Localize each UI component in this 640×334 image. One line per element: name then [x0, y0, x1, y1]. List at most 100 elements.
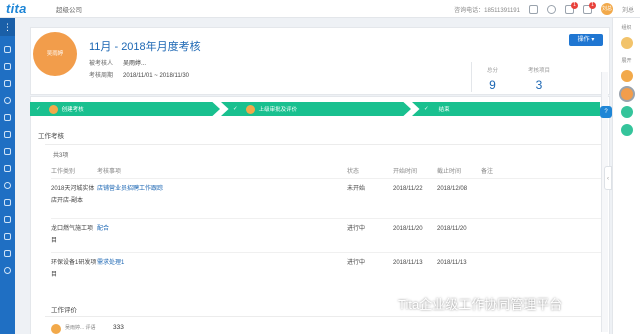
col-end: 截止时间	[437, 169, 462, 176]
table-row[interactable]: 环保设备1研发项目 需求处理1 进行中 2018/11/13 2018/11/1…	[51, 251, 605, 282]
evaluator-avatar	[51, 324, 61, 334]
period-value: 2018/11/01 ~ 2018/11/30	[123, 73, 190, 79]
cell-start: 2018/11/20	[393, 217, 437, 252]
rail-avatar[interactable]	[620, 124, 633, 136]
divider	[45, 316, 605, 317]
cell-item-link[interactable]: 配合	[97, 217, 347, 252]
page-title: 11月 - 2018年月度考核	[89, 41, 201, 53]
step-end[interactable]: ✓ 结束	[412, 102, 600, 116]
assessment-header-card: 吴雨婷 11月 - 2018年月度考核 被考核人 吴雨婷... 考核周期 2018/…	[30, 27, 610, 95]
notice-badge: 1	[588, 1, 596, 9]
cell-category: 龙口燃气施工项目	[51, 217, 97, 252]
user-icon[interactable]	[4, 182, 11, 189]
watermark: Tita企业级工作协同管理平台	[398, 297, 563, 312]
hotline-text: 咨询电话：18511391191	[454, 7, 520, 14]
trend-icon[interactable]	[4, 165, 11, 172]
assessee-avatar: 吴雨婷	[33, 32, 77, 76]
message-icon[interactable]: 1	[564, 1, 578, 14]
cell-end: 2018/12/08	[437, 177, 481, 218]
cell-note	[481, 251, 605, 282]
col-start: 开始时间	[393, 169, 418, 176]
top-bar: tita 超级公司 咨询电话：18511391191 1 1 刘总 刘总	[0, 0, 640, 18]
menu-icon[interactable]: ⋮	[0, 18, 15, 36]
top-right-tools: 咨询电话：18511391191 1 1 刘总 刘总	[454, 0, 634, 18]
rail-label-org[interactable]: 组织	[613, 24, 640, 31]
cell-category: 2018天河城实体店开店-副本	[51, 177, 97, 218]
operate-label: 操作	[577, 37, 590, 43]
user-avatar[interactable]: 刘总	[600, 3, 613, 15]
user-name[interactable]: 刘总	[622, 5, 634, 14]
cell-status: 进行中	[347, 217, 393, 252]
cell-start: 2018/11/13	[393, 251, 437, 282]
step-create[interactable]: ✓ 创建考核	[30, 102, 220, 116]
cell-item-link[interactable]: 需求处理1	[97, 251, 347, 282]
globe-icon[interactable]	[4, 97, 11, 104]
work-table: 工作类别 考核事项 状态 开始时间 截止时间 备注 2018天河城实体店开店-副…	[51, 164, 605, 282]
assessee-label: 被考核人	[89, 61, 114, 67]
items-value: 3	[535, 78, 543, 92]
col-category: 工作类别	[51, 169, 76, 176]
step-label: 结束	[438, 107, 450, 113]
rail-avatar[interactable]	[620, 106, 633, 118]
total-score-value: 9	[489, 78, 496, 92]
table-row[interactable]: 龙口燃气施工项目 配合 进行中 2018/11/20 2018/11/20	[51, 217, 605, 252]
cell-item-link[interactable]: 店铺营业员招聘工作跟踪	[97, 177, 347, 218]
assessee-meta: 被考核人 吴雨婷...	[89, 58, 146, 67]
rail-avatar[interactable]	[620, 37, 633, 49]
collapse-panel-tab[interactable]: ‹	[604, 166, 612, 190]
monitor-icon[interactable]	[4, 250, 11, 257]
edit-icon[interactable]	[4, 148, 11, 155]
step-approve[interactable]: ✓ 上级审批及评价	[221, 102, 411, 116]
search-icon[interactable]	[546, 4, 556, 14]
table-row[interactable]: 2018天河城实体店开店-副本 店铺营业员招聘工作跟踪 未开始 2018/11/…	[51, 177, 605, 218]
progress-steps: ✓ 创建考核 ✓ 上级审批及评价 ✓ 结束	[30, 102, 600, 116]
rail-avatar[interactable]	[620, 88, 633, 100]
doc-icon[interactable]	[4, 131, 11, 138]
period-meta: 考核周期 2018/11/01 ~ 2018/11/30	[89, 70, 189, 79]
mail-icon[interactable]	[4, 63, 11, 70]
step-avatar	[245, 104, 255, 114]
evaluator-name: 吴雨婷... 评语	[65, 325, 96, 331]
step-avatar	[48, 104, 58, 114]
apps-icon[interactable]	[4, 199, 11, 206]
cell-end: 2018/11/20	[437, 217, 481, 252]
divider	[45, 144, 605, 145]
chat-icon[interactable]	[4, 80, 11, 87]
item-count: 共3项	[53, 153, 69, 159]
col-item: 考核事项	[97, 169, 122, 176]
company-name[interactable]: 超级公司	[56, 4, 82, 14]
help-chat-icon[interactable]: ?	[600, 106, 612, 118]
step-label: 创建考核	[61, 107, 84, 113]
folder-icon[interactable]	[4, 216, 11, 223]
cell-status: 进行中	[347, 251, 393, 282]
grid-icon[interactable]	[4, 114, 11, 121]
assessment-items: 考核项目 3	[528, 66, 550, 92]
work-section-title: 工作考核	[38, 133, 64, 140]
step-label: 上级审批及评价	[258, 107, 298, 113]
cell-note	[481, 177, 605, 218]
main-content: 吴雨婷 11月 - 2018年月度考核 被考核人 吴雨婷... 考核周期 2018/…	[15, 18, 612, 334]
calendar-icon[interactable]	[528, 4, 538, 14]
cell-note	[481, 217, 605, 252]
rail-label-expand[interactable]: 展开	[613, 57, 640, 64]
home-icon[interactable]	[4, 46, 11, 53]
notice-icon[interactable]: 1	[582, 1, 596, 14]
evaluation-title: 工作评价	[51, 307, 77, 314]
report-icon[interactable]	[4, 233, 11, 240]
rail-avatar[interactable]	[620, 70, 633, 82]
divider	[471, 62, 472, 92]
message-badge: 1	[570, 1, 578, 9]
total-score-label: 总分	[487, 68, 499, 74]
period-label: 考核周期	[89, 73, 114, 79]
total-score: 总分 9	[487, 66, 498, 92]
col-status: 状态	[347, 169, 360, 176]
cell-category: 环保设备1研发项目	[51, 251, 97, 282]
items-label: 考核项目	[528, 68, 551, 74]
check-icon: ✓	[36, 106, 41, 112]
cell-end: 2018/11/13	[437, 251, 481, 282]
evaluation-score: 333	[113, 324, 124, 331]
operate-button[interactable]: 操作 ▾	[569, 34, 603, 46]
app-logo[interactable]: tita	[0, 1, 44, 16]
check-icon: ✓	[424, 106, 429, 112]
settings-icon[interactable]	[4, 267, 11, 274]
